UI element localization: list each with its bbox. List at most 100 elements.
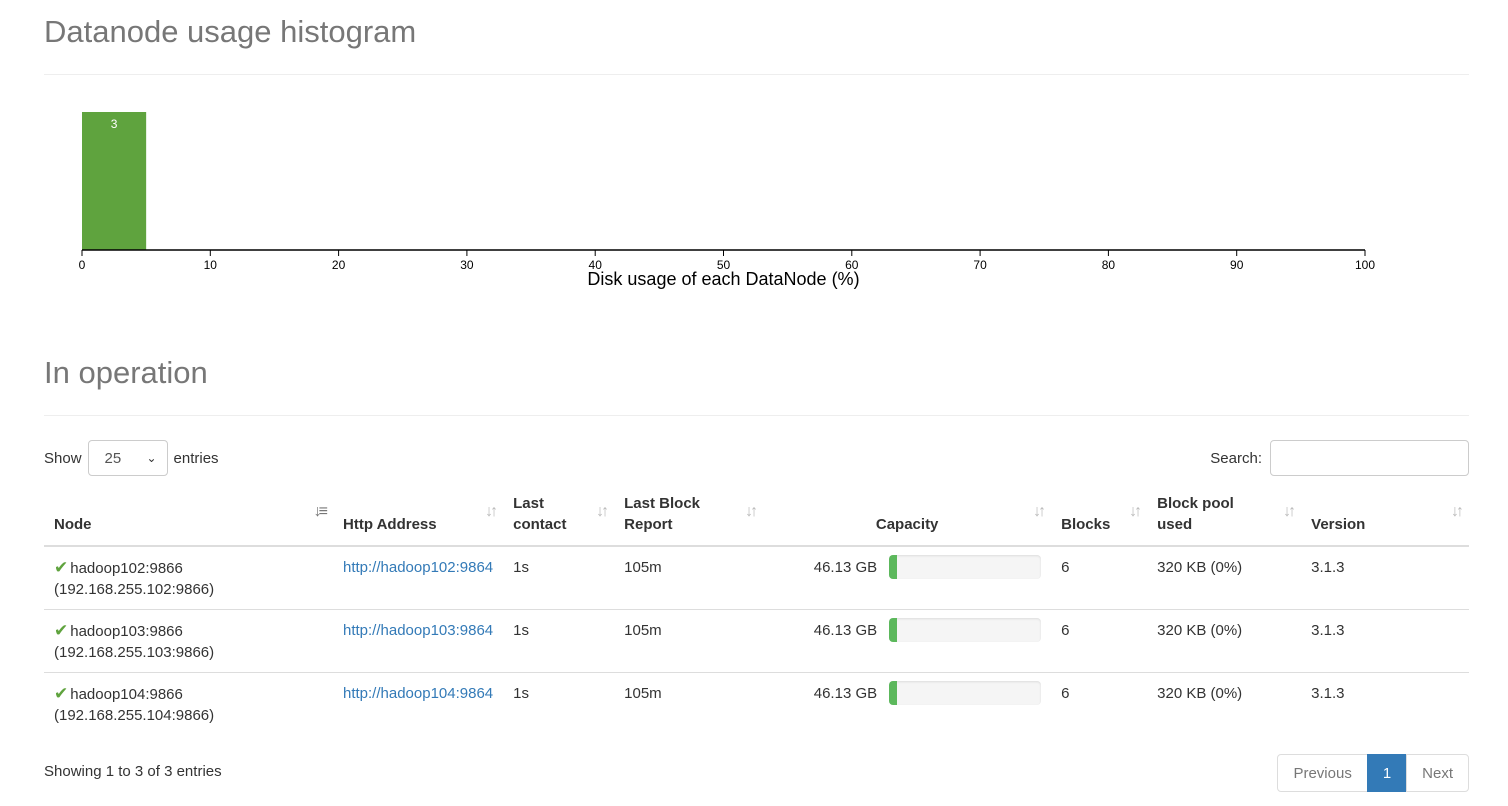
table-info: Showing 1 to 3 of 3 entries	[44, 763, 222, 780]
histogram-bar	[82, 112, 147, 250]
sort-icon: ↓↑	[1129, 503, 1142, 520]
column-label: Block pool	[1157, 495, 1234, 512]
capacity-progress-bar	[889, 555, 1042, 579]
x-axis-label: Disk usage of each DataNode (%)	[587, 269, 859, 289]
http-address-link[interactable]: http://hadoop103:9864	[343, 622, 493, 639]
x-tick-label: 80	[1102, 258, 1116, 272]
bar-count-label: 3	[111, 117, 118, 131]
http-cell: http://hadoop103:9864	[333, 608, 504, 672]
x-tick-label: 20	[332, 258, 346, 272]
column-header-block-pool-used[interactable]: Block pool used ↓↑	[1147, 493, 1302, 547]
sort-icon: ↓↑	[485, 503, 498, 520]
last-block-report-cell: 105m	[624, 559, 662, 576]
column-header-last-block-report[interactable]: Last Block Report ↓↑	[614, 493, 764, 547]
block-pool-used-cell: 320 KB (0%)	[1147, 671, 1302, 735]
x-tick-label: 30	[460, 258, 474, 272]
column-header-capacity[interactable]: Capacity ↓↑	[763, 493, 1052, 547]
http-cell: http://hadoop104:9864	[333, 671, 504, 735]
entries-label: entries	[173, 449, 219, 467]
table-row: ✔ hadoop103:9866 (192.168.255.103:9866) h…	[44, 608, 1469, 672]
node-cell: ✔ hadoop102:9866 (192.168.255.102:9866)	[44, 546, 333, 609]
pagination: Previous 1 Next	[1277, 754, 1469, 792]
column-label: used	[1157, 516, 1193, 533]
checkmark-icon: ✔	[54, 683, 69, 703]
title-divider	[44, 74, 1469, 75]
sort-icon: ↓↑	[745, 503, 758, 520]
block-pool-used-cell: 320 KB (0%)	[1157, 559, 1243, 576]
section-divider	[44, 415, 1469, 416]
column-label: Version	[1311, 516, 1366, 533]
page-size-value: 25	[104, 449, 122, 467]
in-operation-title: In operation	[44, 355, 208, 390]
last-block-report-cell: 105m	[614, 608, 764, 672]
page-1-button[interactable]: 1	[1366, 754, 1408, 792]
search-input[interactable]	[1270, 440, 1469, 476]
sort-ascending-icon: ↓≡	[313, 503, 328, 520]
capacity-cell: 46.13 GB	[763, 671, 1052, 735]
sort-icon: ↓↑	[1033, 503, 1046, 520]
last-contact-cell: 1s	[513, 559, 529, 576]
node-name: hadoop102:9866	[70, 560, 183, 577]
capacity-value: 46.13 GB	[813, 559, 878, 576]
node-name: hadoop104:9866	[70, 685, 183, 703]
version-cell: 3.1.3	[1301, 671, 1469, 735]
table-row: ✔ hadoop104:9866 (192.168.255.104:9866) h…	[44, 671, 1469, 735]
sort-icon: ↓↑	[596, 503, 609, 520]
show-label: Show	[44, 449, 82, 467]
search-label: Search:	[1210, 449, 1262, 467]
node-cell: ✔ hadoop103:9866 (192.168.255.103:9866)	[44, 608, 333, 672]
histogram-title: Datanode usage histogram	[44, 14, 417, 49]
http-address-link[interactable]: http://hadoop102:9864	[343, 559, 493, 576]
column-header-version[interactable]: Version ↓↑	[1301, 493, 1469, 547]
page-length-control: Show 25 ⌄ entries	[44, 440, 219, 476]
http-cell: http://hadoop102:9864	[333, 546, 503, 609]
block-pool-used-cell: 320 KB (0%)	[1147, 608, 1302, 672]
node-address: (192.168.255.103:9866)	[54, 643, 215, 661]
table-header-row: Node ↓≡ Http Address ↓↑ Last contact ↓↑ …	[44, 493, 1469, 547]
capacity-value: 46.13 GB	[813, 621, 878, 639]
last-contact-cell: 1s	[503, 671, 615, 735]
search-control: Search:	[1210, 440, 1469, 476]
page-size-select[interactable]: 25 ⌄	[87, 440, 168, 476]
x-tick-label: 0	[79, 258, 86, 272]
previous-page-button[interactable]: Previous	[1277, 754, 1368, 792]
capacity-progress-bar	[889, 680, 1042, 705]
capacity-cell: 46.13 GB	[763, 608, 1052, 672]
table-row: ✔ hadoop102:9866 (192.168.255.102:9866) h…	[44, 546, 1469, 609]
capacity-progress-fill	[889, 680, 897, 705]
chevron-down-icon: ⌄	[146, 451, 157, 465]
x-tick-label: 70	[973, 258, 987, 272]
column-label: Last Block	[624, 495, 700, 512]
x-tick-label: 90	[1230, 258, 1244, 272]
column-label: Http Address	[343, 516, 437, 533]
capacity-progress-bar	[889, 617, 1042, 642]
node-address: (192.168.255.104:9866)	[54, 706, 215, 724]
usage-histogram-chart: 30 10 20 30 40 50 60 70 80 90 100Disk usage of eac…	[79, 112, 1375, 289]
column-header-http-address[interactable]: Http Address ↓↑	[333, 493, 504, 547]
node-address: (192.168.255.102:9866)	[54, 581, 215, 598]
column-label: Node	[54, 516, 92, 533]
capacity-cell: 46.13 GB	[763, 546, 1051, 609]
blocks-cell: 6	[1051, 671, 1148, 735]
blocks-cell: 6	[1061, 559, 1070, 576]
capacity-value: 46.13 GB	[813, 684, 878, 702]
next-page-button[interactable]: Next	[1406, 754, 1469, 792]
sort-icon: ↓↑	[1451, 503, 1464, 520]
table-controls: Show 25 ⌄ entries Search:	[44, 440, 1469, 480]
http-address-link[interactable]: http://hadoop104:9864	[343, 685, 493, 702]
version-cell: 3.1.3	[1301, 608, 1469, 672]
last-block-report-cell: 105m	[614, 671, 764, 735]
column-header-last-contact[interactable]: Last contact ↓↑	[503, 493, 615, 547]
column-header-node[interactable]: Node ↓≡	[44, 493, 333, 547]
column-header-blocks[interactable]: Blocks ↓↑	[1051, 493, 1148, 547]
x-tick-label: 10	[204, 258, 218, 272]
checkmark-icon: ✔	[54, 620, 69, 640]
node-name: hadoop103:9866	[70, 622, 183, 640]
column-label: contact	[513, 516, 567, 533]
column-label: Capacity	[875, 516, 939, 533]
column-label: Blocks	[1061, 516, 1111, 533]
node-cell: ✔ hadoop104:9866 (192.168.255.104:9866)	[44, 671, 333, 735]
x-tick-label: 100	[1355, 258, 1375, 272]
capacity-progress-fill	[889, 555, 897, 579]
version-cell: 3.1.3	[1311, 559, 1345, 576]
